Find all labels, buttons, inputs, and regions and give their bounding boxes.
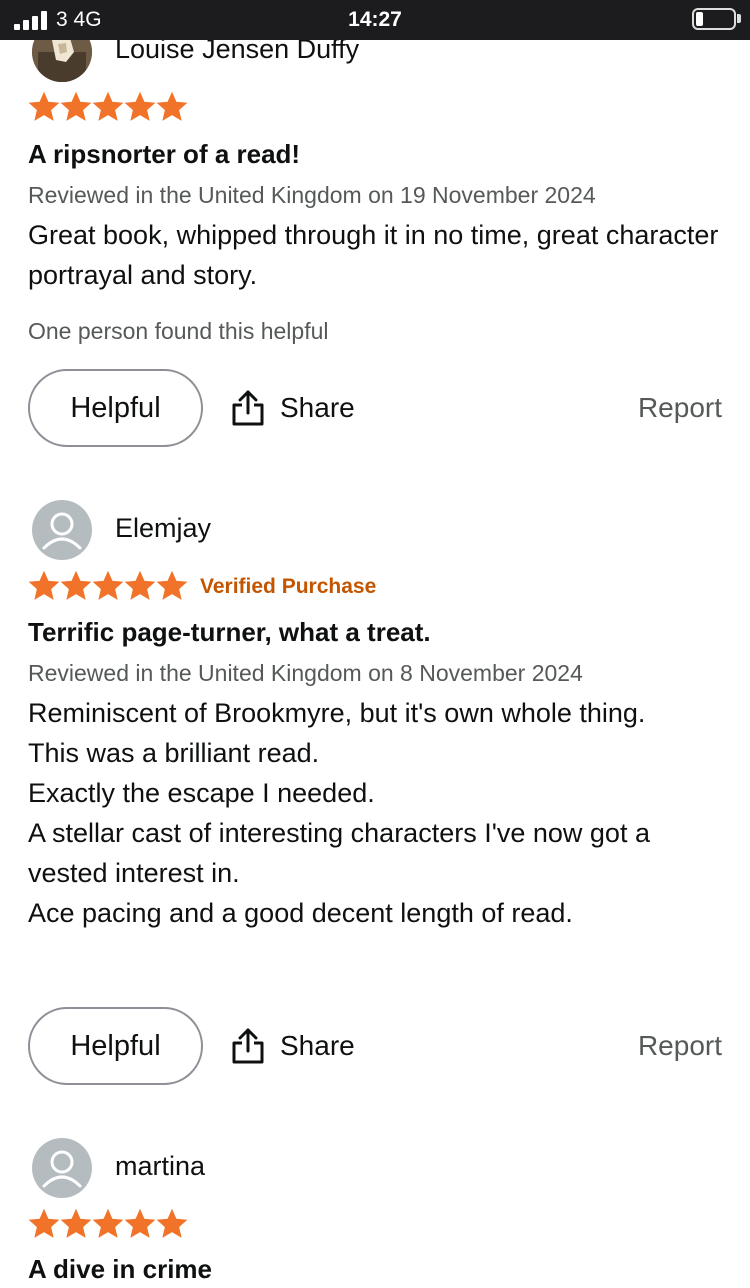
review-card: martina A dive in crime [0, 0, 750, 1288]
star-icon [92, 1208, 124, 1238]
star-rating [28, 1207, 188, 1241]
status-bar: 3 4G 14:27 [0, 0, 750, 40]
star-icon [28, 1208, 60, 1238]
battery-icon [692, 8, 736, 30]
reviewer-name[interactable]: martina [115, 1151, 205, 1182]
review-title: A dive in crime [28, 1254, 212, 1284]
user-avatar-icon [42, 1150, 82, 1188]
star-icon [124, 1208, 156, 1238]
star-icon [156, 1208, 188, 1238]
reviewer-avatar[interactable] [32, 1138, 92, 1198]
battery-tip [737, 14, 741, 23]
clock: 14:27 [348, 8, 402, 31]
star-icon [60, 1208, 92, 1238]
